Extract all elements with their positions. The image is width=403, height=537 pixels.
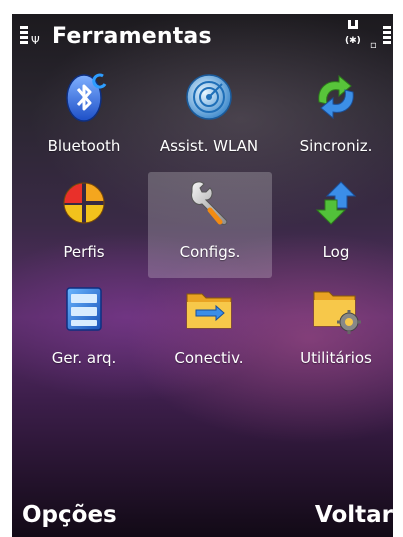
battery-bars-icon <box>383 26 391 48</box>
app-settings[interactable]: Configs. <box>148 172 272 278</box>
softkey-options[interactable]: Opções <box>22 502 117 528</box>
app-utilities[interactable]: Utilitários <box>286 278 386 382</box>
usb-connection-icon <box>348 20 358 29</box>
app-label: Sincroniz. <box>299 137 373 155</box>
app-label: Utilitários <box>300 349 372 367</box>
app-sync[interactable]: Sincroniz. <box>286 66 386 170</box>
app-log[interactable]: Log <box>286 172 386 276</box>
connectivity-folder-icon <box>186 293 232 329</box>
profiles-icon <box>63 182 105 224</box>
app-label: Configs. <box>179 243 241 261</box>
app-label: Assist. WLAN <box>159 137 259 155</box>
phone-screen: Ψ Ferramentas (✱) ▫ Bluetooth Assist. WL… <box>12 14 393 537</box>
app-label: Bluetooth <box>47 137 121 155</box>
signal-bars-icon <box>20 26 28 48</box>
app-profiles[interactable]: Perfis <box>34 172 134 276</box>
status-bar: Ψ Ferramentas (✱) ▫ <box>12 14 393 56</box>
screen-border <box>393 14 403 537</box>
wlan-wizard-icon <box>186 74 232 120</box>
page-title: Ferramentas <box>52 24 212 49</box>
app-label: Perfis <box>63 243 105 261</box>
app-wlan-wizard[interactable]: Assist. WLAN <box>159 66 259 170</box>
app-label: Log <box>322 243 350 261</box>
utilities-folder-icon <box>313 291 361 334</box>
app-label: Conectiv. <box>174 349 244 367</box>
softkey-back[interactable]: Voltar <box>315 502 393 528</box>
app-file-manager[interactable]: Ger. arq. <box>34 278 134 382</box>
bluetooth-icon <box>66 73 107 122</box>
app-bluetooth[interactable]: Bluetooth <box>34 66 134 170</box>
app-label: Ger. arq. <box>51 349 117 367</box>
antenna-icon: Ψ <box>31 34 40 47</box>
log-arrows-icon <box>315 181 357 225</box>
bluetooth-status-icon: (✱) <box>345 36 361 46</box>
file-manager-icon <box>66 287 102 331</box>
settings-wrench-icon <box>191 181 228 225</box>
sync-icon <box>318 74 354 120</box>
app-connectivity[interactable]: Conectiv. <box>159 278 259 382</box>
keylock-icon: ▫ <box>370 40 377 51</box>
